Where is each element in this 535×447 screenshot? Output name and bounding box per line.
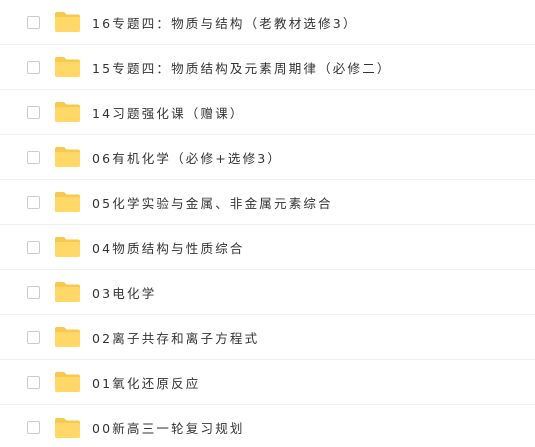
folder-icon — [55, 327, 80, 347]
folder-icon — [55, 282, 80, 302]
folder-icon — [55, 147, 80, 167]
row-checkbox[interactable] — [27, 60, 40, 74]
row-checkbox[interactable] — [27, 15, 40, 29]
file-row[interactable]: 03电化学 — [0, 270, 535, 315]
row-checkbox[interactable] — [27, 285, 40, 299]
file-row[interactable]: 05化学实验与金属、非金属元素综合 — [0, 180, 535, 225]
file-name[interactable]: 15专题四：物质结构及元素周期律（必修二） — [92, 58, 392, 77]
file-name[interactable]: 02离子共存和离子方程式 — [92, 328, 259, 347]
folder-icon — [55, 372, 80, 392]
row-checkbox[interactable] — [27, 421, 40, 434]
file-row[interactable]: 02离子共存和离子方程式 — [0, 315, 535, 360]
file-row[interactable]: 00新高三一轮复习规划 — [0, 405, 535, 447]
folder-icon — [55, 102, 80, 122]
folder-icon — [55, 192, 80, 212]
file-row[interactable]: 15专题四：物质结构及元素周期律（必修二） — [0, 45, 535, 90]
folder-icon — [55, 57, 80, 77]
file-name[interactable]: 16专题四：物质与结构（老教材选修3） — [92, 13, 358, 32]
row-checkbox[interactable] — [27, 240, 40, 254]
file-row[interactable]: 01氧化还原反应 — [0, 360, 535, 405]
file-row[interactable]: 04物质结构与性质综合 — [0, 225, 535, 270]
file-name[interactable]: 06有机化学（必修+选修3） — [92, 148, 282, 167]
file-row[interactable]: 16专题四：物质与结构（老教材选修3） — [0, 0, 535, 45]
row-checkbox[interactable] — [27, 330, 40, 344]
row-checkbox[interactable] — [27, 105, 40, 119]
file-row[interactable]: 14习题强化课（赠课） — [0, 90, 535, 135]
folder-icon — [55, 12, 80, 32]
row-checkbox[interactable] — [27, 375, 40, 389]
row-checkbox[interactable] — [27, 150, 40, 164]
file-name[interactable]: 01氧化还原反应 — [92, 373, 201, 392]
file-name[interactable]: 04物质结构与性质综合 — [92, 238, 245, 257]
folder-icon — [55, 417, 80, 438]
row-checkbox[interactable] — [27, 195, 40, 209]
file-row[interactable]: 06有机化学（必修+选修3） — [0, 135, 535, 180]
file-name[interactable]: 05化学实验与金属、非金属元素综合 — [92, 193, 333, 212]
file-name[interactable]: 14习题强化课（赠课） — [92, 103, 245, 122]
file-list: 16专题四：物质与结构（老教材选修3） 15专题四：物质结构及元素周期律（必修二… — [0, 0, 535, 447]
file-name[interactable]: 00新高三一轮复习规划 — [92, 418, 245, 437]
folder-icon — [55, 237, 80, 257]
file-name[interactable]: 03电化学 — [92, 283, 156, 302]
